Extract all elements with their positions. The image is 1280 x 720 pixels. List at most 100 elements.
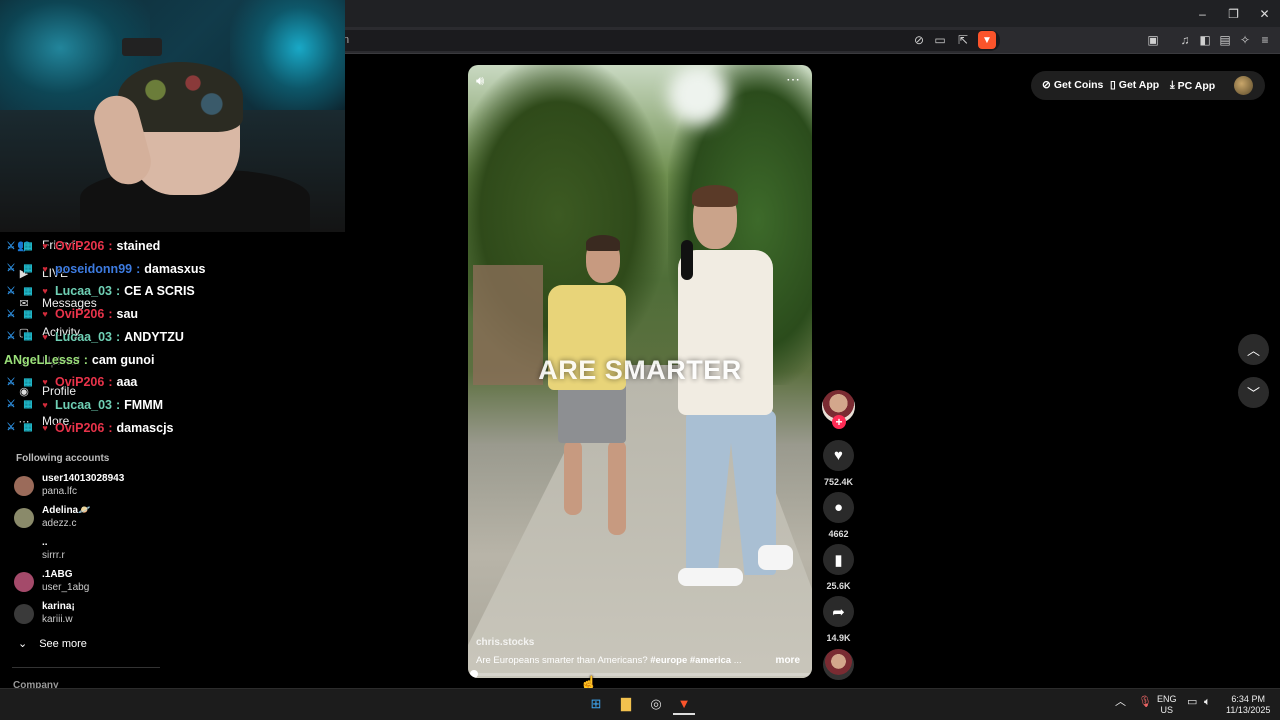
restore-button[interactable]: ❐ (1218, 0, 1249, 27)
language-indicator[interactable]: ENG US (1157, 694, 1177, 716)
user-avatar[interactable] (1234, 76, 1253, 95)
menu-icon[interactable]: ≡ (1257, 32, 1273, 48)
avatar (14, 604, 34, 624)
chat-text: sau (116, 307, 139, 322)
following-account[interactable]: Adelina🪐 adezz.c (14, 504, 91, 530)
avatar (14, 540, 34, 560)
chat-message: ⚔ ▦ ♥ Lucaa_03: ANDYTZU (4, 330, 184, 344)
following-title: Following accounts (16, 453, 110, 464)
chat-separator: : (136, 261, 141, 276)
coin-icon: ⊘ (1042, 79, 1051, 91)
reader-mode-icon[interactable]: ⊘ (911, 32, 927, 48)
share-icon[interactable]: ⇱ (955, 32, 971, 48)
subscriber-badge-icon: ▦ (23, 240, 33, 252)
chat-message: ⚔ ▦ ♥ OviP206: stained (4, 239, 161, 253)
save-button[interactable]: ▮ (823, 544, 854, 575)
chat-username[interactable]: Lucaa_03 (55, 330, 112, 344)
clock[interactable]: 6:34 PM 11/13/2025 (1226, 694, 1270, 716)
moderator-badge-icon: ⚔ (6, 240, 16, 252)
speaker-icon[interactable]: 🔈︎ (1204, 697, 1211, 708)
avatar (14, 476, 34, 496)
heart-badge-icon: ♥ (42, 422, 48, 433)
brave-browser-icon[interactable]: ▼ (673, 693, 695, 715)
chat-username[interactable]: OviP206 (55, 239, 104, 253)
next-video-button[interactable]: ﹀ (1238, 377, 1269, 408)
chat-separator: : (108, 239, 113, 253)
video-overlay-text: ARE SMARTER (538, 355, 742, 385)
obs-icon[interactable]: ◎ (645, 693, 667, 715)
video-person (586, 235, 620, 251)
following-account[interactable]: .. sirrr.r (14, 536, 65, 562)
account-handle: kariii.w (42, 614, 73, 625)
media-icon[interactable]: ♫ (1177, 32, 1193, 48)
video-person (692, 185, 738, 207)
tray-overflow-icon[interactable]: ︿ (1115, 697, 1126, 708)
file-explorer-icon[interactable]: ▇ (615, 693, 637, 715)
caption-more-button[interactable]: more (776, 655, 800, 666)
hashtag-link[interactable]: #america (690, 655, 731, 666)
cast-icon[interactable]: ▭ (932, 32, 948, 48)
follow-button[interactable]: + (832, 415, 846, 429)
video-player[interactable]: ARE SMARTER 🔊︎ ⋯ chris.stocks Are Europe… (468, 65, 812, 678)
video-person (564, 440, 582, 515)
chevron-down-icon: ﹀ (1246, 386, 1260, 401)
share-button[interactable]: ➦ (823, 596, 854, 627)
brave-shields-icon[interactable]: ▼ (978, 31, 996, 49)
chevron-up-icon: ︿ (1246, 343, 1260, 358)
account-name: .. (42, 537, 48, 548)
sidebar-icon[interactable]: ◧ (1197, 32, 1213, 48)
chevron-down-icon: ⌄ (18, 638, 28, 650)
tab-search-icon[interactable]: ▣ (1145, 32, 1161, 48)
chat-separator: : (108, 307, 113, 322)
video-scene (668, 65, 728, 125)
windows-start-icon[interactable]: ⊞ (585, 693, 607, 715)
chat-message: ⚔ ▦ ♥ poseidonn99: damasxus (4, 261, 206, 276)
close-button[interactable]: ✕ (1249, 0, 1280, 27)
webcam-overlay (0, 0, 345, 232)
subscriber-badge-icon: ▦ (23, 308, 33, 320)
chat-separator: : (115, 329, 121, 344)
video-caption: Are Europeans smarter than Americans? #e… (476, 655, 806, 666)
leo-ai-icon[interactable]: ✧ (1237, 32, 1253, 48)
moderator-badge-icon: ⚔ (6, 263, 16, 275)
microphone-icon[interactable]: 🎙︎ (1138, 697, 1152, 708)
account-handle: user_1abg (42, 582, 90, 593)
previous-video-button[interactable]: ︿ (1238, 334, 1269, 365)
chat-username[interactable]: poseidonn99 (55, 262, 132, 276)
following-account[interactable]: user14013028943 pana.lfc (14, 472, 124, 498)
get-coins-button[interactable]: ⊘ Get Coins (1042, 79, 1103, 91)
see-more-button[interactable]: ⌄ See more (18, 637, 87, 651)
pc-app-button[interactable]: ⤓ PC App (1170, 79, 1215, 92)
following-account[interactable]: karina¡ kariii.w (14, 600, 75, 626)
get-app-button[interactable]: ▯ Get App (1110, 79, 1159, 91)
heart-badge-icon: ♥ (42, 286, 48, 297)
heart-badge-icon: ♥ (42, 377, 48, 388)
address-bar[interactable] (310, 30, 1000, 51)
chat-username[interactable]: ANgeLLesss (4, 353, 80, 367)
more-options-icon[interactable]: ⋯ (786, 71, 800, 88)
minimize-button[interactable]: – (1187, 0, 1218, 27)
video-person (608, 440, 626, 535)
video-progress-handle[interactable] (470, 670, 478, 678)
chat-username[interactable]: Lucaa_03 (55, 398, 112, 412)
chat-username[interactable]: OviP206 (55, 421, 104, 435)
network-icon[interactable]: ▭ (1187, 697, 1197, 708)
cam-object (122, 38, 162, 56)
music-disc[interactable] (823, 649, 854, 680)
chat-username[interactable]: OviP206 (55, 375, 104, 389)
chat-username[interactable]: Lucaa_03 (55, 284, 112, 298)
phone-icon: ▯ (1110, 79, 1116, 91)
wallet-icon[interactable]: ▤ (1217, 32, 1233, 48)
see-more-label: See more (39, 637, 87, 650)
video-username[interactable]: chris.stocks (476, 637, 534, 648)
following-account[interactable]: .1ABG user_1abg (14, 568, 89, 594)
video-progress-bar[interactable] (468, 673, 812, 676)
chat-username[interactable]: OviP206 (55, 307, 104, 321)
volume-icon[interactable]: 🔊︎ (476, 73, 484, 89)
account-handle: pana.lfc (42, 486, 78, 497)
chat-text: stained (116, 239, 161, 253)
hashtag-link[interactable]: #europe (650, 655, 687, 666)
divider (12, 667, 160, 668)
comment-button[interactable]: ● (823, 492, 854, 523)
like-button[interactable]: ♥ (823, 440, 854, 471)
